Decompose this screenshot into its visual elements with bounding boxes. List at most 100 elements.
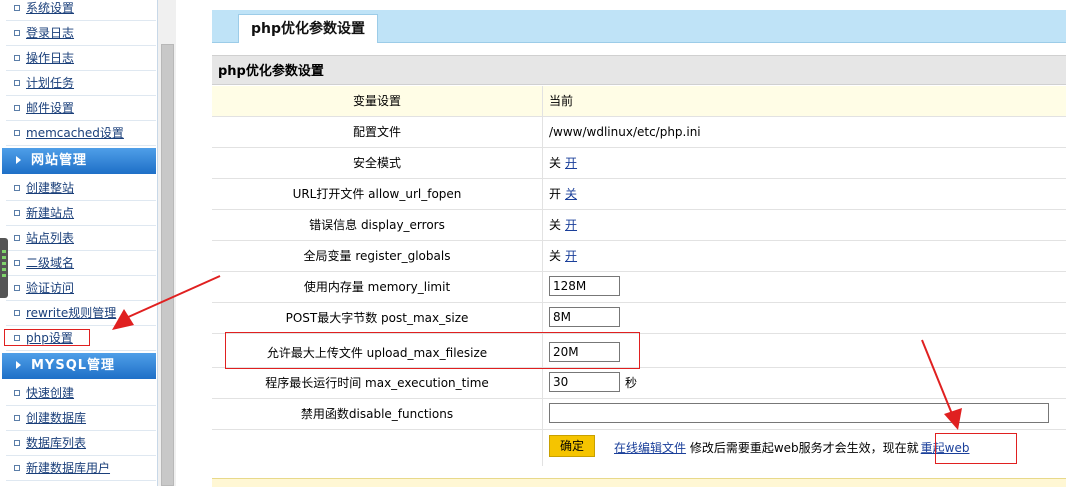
sidebar-scrollbar-thumb[interactable] <box>161 44 174 486</box>
sidebar-item-label: 创建整站 <box>26 181 75 195</box>
bullet-icon <box>14 29 20 36</box>
triangle-right-icon <box>16 361 21 369</box>
display-errors-state: 关 <box>549 218 562 232</box>
annotation-box-restart-web <box>935 433 1017 464</box>
sidebar-item-label: 登录日志 <box>26 26 75 40</box>
sidebar: 系统设置 登录日志 操作日志 计划任务 邮件设置 memcached设置 网站管… <box>0 0 158 486</box>
sidebar-item-label: 计划任务 <box>26 76 75 90</box>
sidebar-item-system-settings[interactable]: 系统设置 <box>6 0 156 21</box>
online-edit-link[interactable]: 在线编辑文件 <box>614 441 686 455</box>
bullet-icon <box>14 234 20 241</box>
allow-url-fopen-toggle-link[interactable]: 关 <box>565 187 577 201</box>
sidebar-item-create-db[interactable]: 创建数据库 <box>6 406 156 431</box>
table-row: POST最大字节数 post_max_size <box>212 303 1066 334</box>
sidebar-item-label: 创建数据库 <box>26 411 87 425</box>
bullet-icon <box>14 414 20 421</box>
sidebar-item-label: 操作日志 <box>26 51 75 65</box>
sidebar-item-label: rewrite规则管理 <box>26 306 117 320</box>
table-row: 安全模式 关开 <box>212 148 1066 179</box>
bullet-icon <box>14 184 20 191</box>
safe-mode-toggle-link[interactable]: 开 <box>565 156 577 170</box>
triangle-right-icon <box>16 156 21 164</box>
sidebar-item-quick-create[interactable]: 快速创建 <box>6 381 156 406</box>
sidebar-item-subdomain[interactable]: 二级域名 <box>6 251 156 276</box>
display-errors-toggle-link[interactable]: 开 <box>565 218 577 232</box>
sidebar-item-label: memcached设置 <box>26 126 124 140</box>
bullet-icon <box>14 209 20 216</box>
table-row: 配置文件 /www/wdlinux/etc/php.ini <box>212 117 1066 148</box>
table-caption: php优化参数设置 <box>212 55 1066 85</box>
sidebar-item-label: 验证访问 <box>26 281 75 295</box>
post-max-size-input[interactable] <box>549 307 620 327</box>
table-row: 全局变量 register_globals 关开 <box>212 241 1066 272</box>
confirm-button[interactable]: 确定 <box>549 435 595 457</box>
register-globals-toggle-link[interactable]: 开 <box>565 249 577 263</box>
disable-functions-input[interactable] <box>549 403 1049 423</box>
bullet-icon <box>14 389 20 396</box>
sidebar-item-auth-access[interactable]: 验证访问 <box>6 276 156 301</box>
header-variable: 变量设置 <box>212 86 543 116</box>
sidebar-item-create-site[interactable]: 创建整站 <box>6 176 156 201</box>
table-row: 程序最长运行时间 max_execution_time 秒 <box>212 368 1066 399</box>
annotation-box-php-settings <box>4 329 90 346</box>
allow-url-fopen-state: 开 <box>549 187 562 201</box>
sidebar-item-login-log[interactable]: 登录日志 <box>6 21 156 46</box>
sidebar-item-scheduled-tasks[interactable]: 计划任务 <box>6 71 156 96</box>
row-label: POST最大字节数 post_max_size <box>212 303 543 333</box>
sidebar-item-label: 二级域名 <box>26 256 75 270</box>
sidebar-item-operation-log[interactable]: 操作日志 <box>6 46 156 71</box>
bullet-icon <box>14 439 20 446</box>
bullet-icon <box>14 309 20 316</box>
row-label: 配置文件 <box>212 117 543 147</box>
bullet-icon <box>14 79 20 86</box>
bullet-icon <box>14 129 20 136</box>
sidebar-item-new-site[interactable]: 新建站点 <box>6 201 156 226</box>
sidebar-item-label: 新建站点 <box>26 206 75 220</box>
row-label: 程序最长运行时间 max_execution_time <box>212 368 543 398</box>
header-current: 当前 <box>549 94 574 108</box>
row-label: 错误信息 display_errors <box>212 210 543 240</box>
safe-mode-state: 关 <box>549 156 562 170</box>
config-file-path: /www/wdlinux/etc/php.ini <box>549 125 701 139</box>
bullet-icon <box>14 54 20 61</box>
row-label: 全局变量 register_globals <box>212 241 543 271</box>
row-label: URL打开文件 allow_url_fopen <box>212 179 543 209</box>
row-label: 安全模式 <box>212 148 543 178</box>
bullet-icon <box>14 464 20 471</box>
sidebar-item-label: 新建数据库用户 <box>26 461 111 475</box>
table-row: 错误信息 display_errors 关开 <box>212 210 1066 241</box>
sidebar-item-label: 站点列表 <box>26 231 75 245</box>
sidebar-section-label: MYSQL管理 <box>31 358 116 373</box>
table-row: 禁用函数disable_functions <box>212 399 1066 430</box>
sidebar-item-db-list[interactable]: 数据库列表 <box>6 431 156 456</box>
bullet-icon <box>14 259 20 266</box>
bullet-icon <box>14 4 20 11</box>
sidebar-item-label: 邮件设置 <box>26 101 75 115</box>
sidebar-item-new-db-user[interactable]: 新建数据库用户 <box>6 456 156 481</box>
sidebar-section-mysql[interactable]: MYSQL管理 <box>2 353 156 379</box>
sidebar-item-label: 系统设置 <box>26 1 75 15</box>
collapse-handle[interactable] <box>0 238 8 298</box>
table-header-row: 变量设置 当前 <box>212 86 1066 117</box>
bullet-icon <box>14 104 20 111</box>
page-title-bar: php优化参数设置 <box>212 10 1066 43</box>
actions-empty-cell <box>212 430 543 466</box>
sidebar-item-label: 快速创建 <box>26 386 75 400</box>
sidebar-item-rewrite[interactable]: rewrite规则管理 <box>6 301 156 326</box>
table-row: URL打开文件 allow_url_fopen 开关 <box>212 179 1066 210</box>
sidebar-section-label: 网站管理 <box>31 153 88 168</box>
max-execution-time-input[interactable] <box>549 372 620 392</box>
memory-limit-input[interactable] <box>549 276 620 296</box>
sidebar-item-mail-settings[interactable]: 邮件设置 <box>6 96 156 121</box>
annotation-box-upload-filesize <box>225 332 640 369</box>
table-row: 使用内存量 memory_limit <box>212 272 1066 303</box>
register-globals-state: 关 <box>549 249 562 263</box>
sidebar-item-site-list[interactable]: 站点列表 <box>6 226 156 251</box>
sidebar-item-label: 数据库列表 <box>26 436 87 450</box>
restart-notice: 修改后需要重起web服务才会生效，现在就 <box>689 441 919 455</box>
page-title-tab[interactable]: php优化参数设置 <box>238 14 379 43</box>
sidebar-section-site[interactable]: 网站管理 <box>2 148 156 174</box>
seconds-unit: 秒 <box>625 376 638 390</box>
sidebar-item-memcached[interactable]: memcached设置 <box>6 121 156 146</box>
table-caption-text: php优化参数设置 <box>218 64 324 79</box>
